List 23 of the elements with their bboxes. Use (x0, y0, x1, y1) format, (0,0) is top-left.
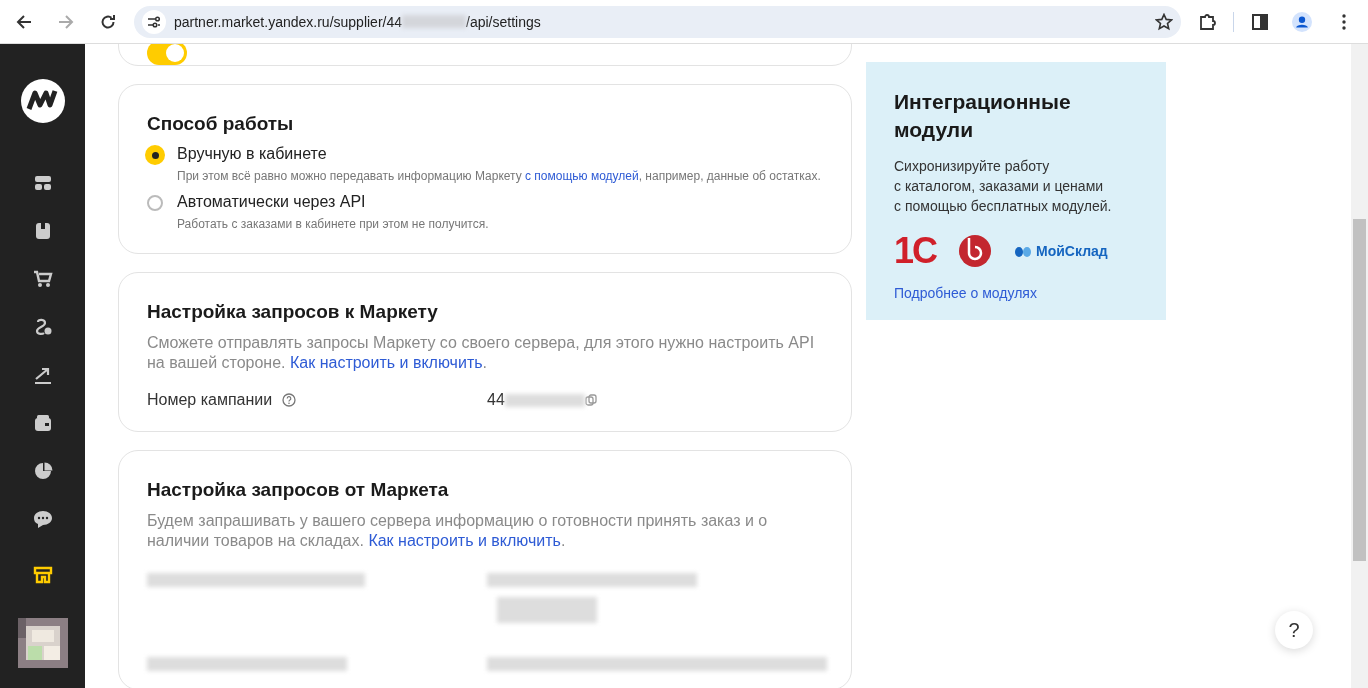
option-label: Автоматически через API (177, 193, 367, 211)
setup-link[interactable]: Как настроить и включить (290, 354, 483, 371)
section-title: Способ работы (147, 113, 295, 135)
section-title: Настройка запросов к Маркету (147, 301, 439, 323)
address-bar[interactable]: partner.market.yandex.ru/supplier/44 /api/settings (134, 5, 1181, 38)
option-hint: При этом всё равно можно передавать информацию Маркету с помощью модулей, например, данные об остатках. (177, 169, 821, 183)
campaign-number: 44 (487, 391, 505, 409)
modules-link[interactable]: Подробнее о модулях (894, 285, 1037, 301)
url-text: /api/settings (466, 13, 541, 30)
description-text: Будем запрашивать у вашего сервера информацию о готовности принять заказ и о наличии товаров на складах. Как настроить и включить. (147, 511, 769, 551)
help-button[interactable]: ? (1275, 611, 1313, 649)
url-text: partner.market.yandex.ru/supplier/44 (174, 13, 402, 30)
promo-title: Интеграционные модули (894, 89, 1072, 143)
option-hint: Работать с заказами в кабинете при этом не получится. (177, 217, 489, 231)
brand-logo: 1С (894, 234, 937, 268)
section-title: Настройка запросов от Маркета (147, 479, 450, 501)
option-label: Вручную в кабинете (177, 145, 328, 163)
setup-link[interactable]: Как настроить и включить (368, 532, 561, 549)
field-label: Номер кампании (147, 391, 273, 409)
description-text: Сможете отправлять запросы Маркету со своего сервера, для этого нужно настроить API на вашей стороне. Как настроить и включить. (147, 333, 816, 373)
modules-link[interactable]: с помощью модулей (525, 169, 639, 183)
brand-logo: МойСклад (1014, 243, 1108, 259)
promo-text: Сихронизируйте работу с каталогом, заказами и ценами с помощью бесплатных модулей. (894, 157, 1113, 216)
